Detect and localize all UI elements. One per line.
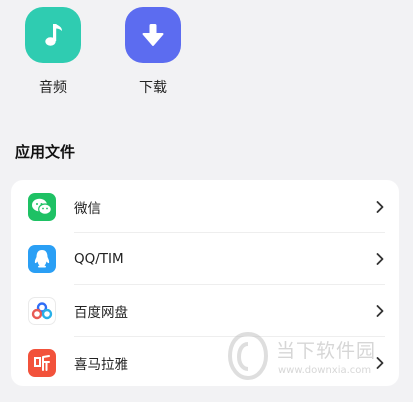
audio-label: 音频 xyxy=(39,80,67,96)
chevron-right-icon xyxy=(376,253,384,265)
qq-penguin-icon xyxy=(28,245,56,273)
music-note-icon xyxy=(25,7,81,63)
chevron-right-icon xyxy=(376,305,384,317)
download-label: 下载 xyxy=(139,80,167,96)
app-name-qq: QQ/TIM xyxy=(74,251,124,267)
app-name-ximalaya: 喜马拉雅 xyxy=(74,357,128,373)
wechat-icon xyxy=(28,193,56,221)
app-row-baidu-netdisk[interactable]: 百度网盘 xyxy=(11,285,399,337)
watermark-url: www.downxia.com xyxy=(278,365,372,376)
ximalaya-icon xyxy=(28,349,56,377)
download-shortcut[interactable]: 下载 xyxy=(108,7,198,97)
watermark: 当下软件园 www.downxia.com xyxy=(226,332,396,384)
chevron-right-icon xyxy=(376,201,384,213)
audio-shortcut[interactable]: 音频 xyxy=(8,7,98,97)
app-name-baidu-netdisk: 百度网盘 xyxy=(74,305,128,321)
section-title: 应用文件 xyxy=(15,143,76,161)
app-row-wechat[interactable]: 微信 xyxy=(11,181,399,233)
download-arrow-icon xyxy=(125,7,181,63)
app-row-qq[interactable]: QQ/TIM xyxy=(11,233,399,285)
baidu-netdisk-icon xyxy=(28,297,56,325)
app-name-wechat: 微信 xyxy=(74,201,101,217)
watermark-text: 当下软件园 xyxy=(276,340,377,362)
watermark-logo-icon xyxy=(227,332,269,380)
